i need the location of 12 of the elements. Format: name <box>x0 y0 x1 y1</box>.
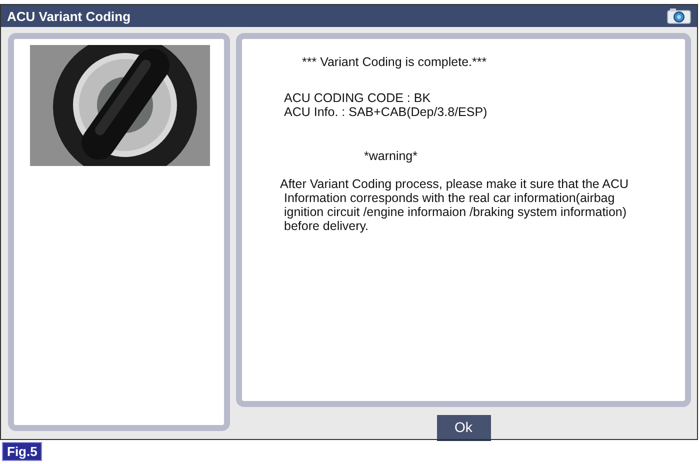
warning-title: *warning* <box>364 149 419 163</box>
status-message: *** Variant Coding is complete.*** <box>302 55 488 69</box>
warning-text: After Variant Coding process, please make it sure that the ACU <box>280 177 630 191</box>
info-line: ACU Info. : SAB+CAB(Dep/3.8/ESP) <box>284 105 488 119</box>
warning-text: ignition circuit /engine informaion /braking system information) <box>284 205 628 219</box>
window-title: ACU Variant Coding <box>7 8 131 24</box>
ok-button[interactable]: Ok <box>436 415 490 441</box>
warning-text: Information corresponds with the real car information(airbag <box>284 191 616 205</box>
warning-text: before delivery. <box>284 219 370 233</box>
figure-label: Fig.5 <box>2 442 42 461</box>
camera-icon[interactable] <box>667 8 691 24</box>
info-line: ACU CODING CODE : BK <box>284 91 432 105</box>
